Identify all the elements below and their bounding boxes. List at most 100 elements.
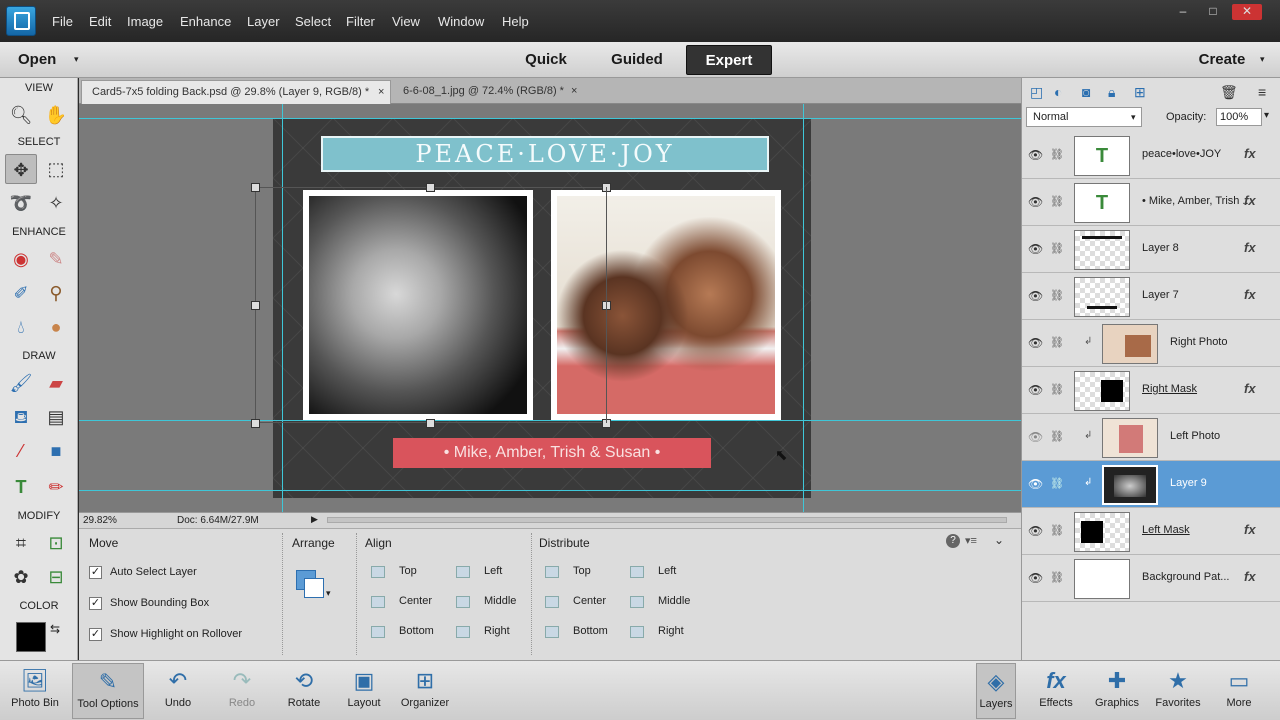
tool-options-button[interactable]: ✎ Tool Options xyxy=(72,663,144,719)
link-icon[interactable]: ⛓︎ xyxy=(1050,383,1064,396)
menu-window[interactable]: Window xyxy=(438,14,484,29)
move-tool-icon[interactable]: ✥ xyxy=(5,154,37,184)
marquee-tool-icon[interactable]: ⬚ xyxy=(40,154,72,184)
fx-icon[interactable]: fx xyxy=(1244,240,1256,255)
hidden-eye-icon[interactable]: 👁︎ xyxy=(1028,430,1043,444)
transform-handle[interactable] xyxy=(426,419,435,428)
organizer-button[interactable]: ⊞ Organizer xyxy=(394,663,456,719)
help-icon[interactable]: ? xyxy=(946,534,960,548)
layer-row[interactable]: 👁︎ ⛓︎ Right Mask fx xyxy=(1022,367,1280,414)
menu-help[interactable]: Help xyxy=(502,14,529,29)
layer-row[interactable]: 👁︎ ⛓︎ T peace•love•JOY fx xyxy=(1022,132,1280,179)
create-button[interactable]: Create xyxy=(1190,45,1254,75)
panel-menu-icon[interactable]: ▾≡ xyxy=(965,534,977,547)
menu-select[interactable]: Select xyxy=(295,14,331,29)
fx-icon[interactable]: fx xyxy=(1244,287,1256,302)
new-layer-icon[interactable]: ◰ xyxy=(1030,84,1043,101)
brush-tool-icon[interactable]: 🖌︎ xyxy=(5,368,37,398)
horizontal-scrollbar[interactable] xyxy=(327,517,1007,523)
red-eye-tool-icon[interactable]: ◉ xyxy=(5,244,37,274)
maximize-button[interactable]: □ xyxy=(1198,4,1228,20)
transform-handle[interactable] xyxy=(251,301,260,310)
link-icon[interactable]: ⛓︎ xyxy=(1050,289,1064,302)
menu-file[interactable]: File xyxy=(52,14,73,29)
redo-button[interactable]: ↷ Redo xyxy=(214,663,270,719)
create-dropdown-icon[interactable]: ▾ xyxy=(1260,54,1265,65)
lock-all-icon[interactable]: 🔒︎ xyxy=(1108,84,1115,101)
opacity-dropdown-icon[interactable]: ▾ xyxy=(1264,110,1269,121)
link-icon[interactable]: ⛓︎ xyxy=(1050,336,1064,349)
layout-button[interactable]: ▣ Layout xyxy=(336,663,392,719)
horizontal-guide[interactable] xyxy=(79,118,1021,119)
fx-icon[interactable]: fx xyxy=(1244,522,1256,537)
link-icon[interactable]: ⛓︎ xyxy=(1050,477,1064,490)
eraser-tool-icon[interactable]: ▰ xyxy=(40,368,72,398)
fx-icon[interactable]: fx xyxy=(1244,193,1256,208)
transform-handle[interactable] xyxy=(251,183,260,192)
magic-wand-icon[interactable]: ✧ xyxy=(40,188,72,218)
recompose-tool-icon[interactable]: ⊡ xyxy=(40,528,72,558)
close-button[interactable]: ✕ xyxy=(1232,4,1262,20)
rotate-button[interactable]: ⟲ Rotate xyxy=(276,663,332,719)
menu-filter[interactable]: Filter xyxy=(346,14,375,29)
visibility-eye-icon[interactable]: 👁︎ xyxy=(1028,148,1043,162)
link-icon[interactable]: ⛓︎ xyxy=(1050,571,1064,584)
transform-handle[interactable] xyxy=(251,419,260,428)
menu-edit[interactable]: Edit xyxy=(89,14,111,29)
content-aware-move-icon[interactable]: ✿ xyxy=(5,562,37,592)
photo-bin-button[interactable]: 🖼︎ Photo Bin xyxy=(4,663,66,719)
layer-row[interactable]: 👁︎ ⛓︎ Left Mask fx xyxy=(1022,508,1280,555)
healing-brush-icon[interactable]: ✎ xyxy=(40,244,72,274)
fx-icon[interactable]: fx xyxy=(1244,569,1256,584)
link-icon[interactable]: ⛓︎ xyxy=(1050,195,1064,208)
visibility-eye-icon[interactable]: 👁︎ xyxy=(1028,289,1043,303)
gradient-tool-icon[interactable]: ▤ xyxy=(40,402,72,432)
zoom-tool-icon[interactable]: 🔍︎ xyxy=(5,100,37,130)
effects-button[interactable]: fx Effects xyxy=(1030,663,1082,719)
more-button[interactable]: ▭ More xyxy=(1214,663,1264,719)
tab-6-6-08[interactable]: 6-6-08_1.jpg @ 72.4% (RGB/8) * × xyxy=(393,80,587,104)
tab-card5[interactable]: Card5-7x5 folding Back.psd @ 29.8% (Laye… xyxy=(81,80,391,104)
status-menu-arrow-icon[interactable]: ▶ xyxy=(311,514,318,525)
lasso-tool-icon[interactable]: ➰ xyxy=(5,188,37,218)
clone-stamp-icon[interactable]: ⚲ xyxy=(40,278,72,308)
layers-menu-icon[interactable]: ≡ xyxy=(1258,84,1266,100)
link-icon[interactable]: ⛓︎ xyxy=(1050,524,1064,537)
link-icon[interactable]: ⛓︎ xyxy=(1050,148,1064,161)
layer-row[interactable]: 👁︎ ⛓︎ T • Mike, Amber, Trish ... fx xyxy=(1022,179,1280,226)
menu-enhance[interactable]: Enhance xyxy=(180,14,231,29)
paint-bucket-icon[interactable]: ⛾ xyxy=(5,402,37,432)
layer-row[interactable]: 👁︎ ⛓︎ ↲ Right Photo xyxy=(1022,320,1280,367)
eyedropper-tool-icon[interactable]: ⁄ xyxy=(5,436,37,466)
mode-guided[interactable]: Guided xyxy=(597,45,677,75)
visibility-eye-icon[interactable]: 👁︎ xyxy=(1028,336,1043,350)
layer-row[interactable]: 👁︎ ⛓︎ Layer 8 fx xyxy=(1022,226,1280,273)
favorites-button[interactable]: ★ Favorites xyxy=(1150,663,1206,719)
visibility-eye-icon[interactable]: 👁︎ xyxy=(1028,195,1043,209)
vertical-guide[interactable] xyxy=(803,104,804,512)
crop-tool-icon[interactable]: ⌗ xyxy=(5,528,37,558)
undo-button[interactable]: ↶ Undo xyxy=(150,663,206,719)
canvas[interactable]: PEACE·LOVE·JOY • Mike, Amber, Trish & Su… xyxy=(79,104,1021,512)
visibility-eye-icon[interactable]: 👁︎ xyxy=(1028,242,1043,256)
visibility-eye-icon[interactable]: 👁︎ xyxy=(1028,383,1043,397)
open-button[interactable]: Open xyxy=(18,45,78,75)
layer-row[interactable]: 👁︎ ⛓︎ Background Pat... fx xyxy=(1022,555,1280,602)
foreground-color-swatch[interactable] xyxy=(16,622,46,652)
swap-colors-icon[interactable]: ⇆ xyxy=(50,622,60,636)
layer-row-selected[interactable]: 👁︎ ⛓︎ ↲ Layer 9 xyxy=(1022,461,1280,508)
transform-handle[interactable] xyxy=(426,183,435,192)
collapse-options-icon[interactable]: ⌄ xyxy=(994,533,1004,547)
graphics-button[interactable]: ✚ Graphics xyxy=(1090,663,1144,719)
layer-mask-icon[interactable]: ◙ xyxy=(1082,84,1090,100)
blur-tool-icon[interactable]: 💧︎ xyxy=(5,312,37,342)
delete-layer-icon[interactable]: 🗑︎ xyxy=(1220,84,1238,101)
shape-tool-icon[interactable]: ■ xyxy=(40,436,72,466)
visibility-eye-icon[interactable]: 👁︎ xyxy=(1028,571,1043,585)
layer-row[interactable]: 👁︎ ⛓︎ Layer 7 fx xyxy=(1022,273,1280,320)
horizontal-guide[interactable] xyxy=(79,490,1021,491)
fx-icon[interactable]: fx xyxy=(1244,381,1256,396)
minimize-button[interactable]: – xyxy=(1168,4,1198,20)
fx-icon[interactable]: fx xyxy=(1244,146,1256,161)
lock-transparent-icon[interactable]: ⊞ xyxy=(1134,84,1146,101)
